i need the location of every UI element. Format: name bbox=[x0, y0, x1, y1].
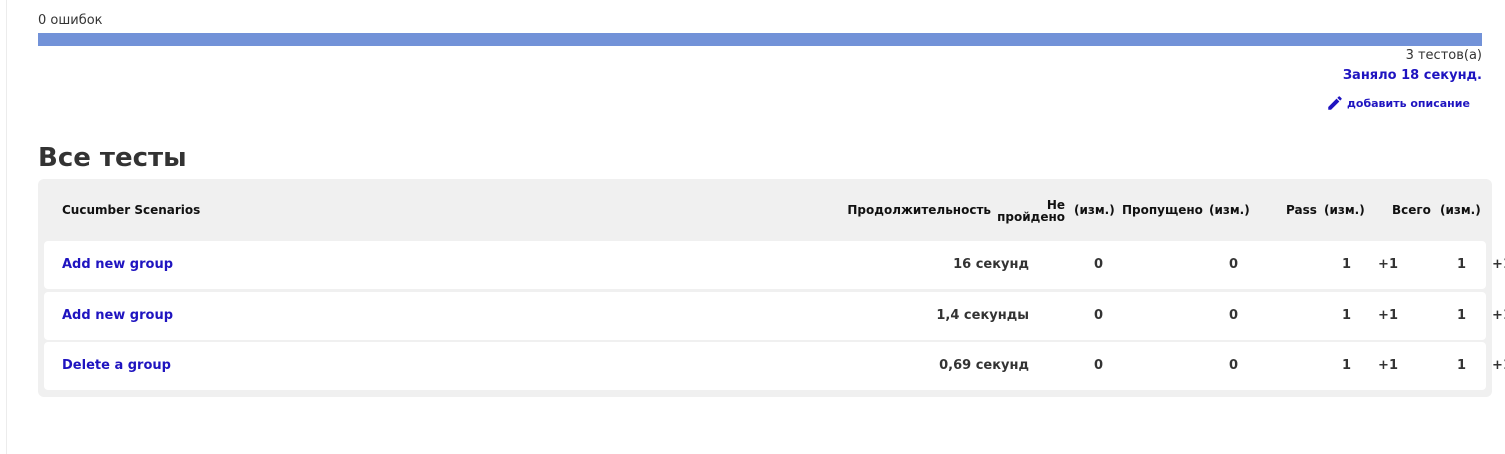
pass-cell: 1 bbox=[1341, 257, 1351, 272]
failed-cell: 0 bbox=[1093, 308, 1103, 323]
header-failed-line2: пройдено bbox=[997, 210, 1065, 224]
page-left-border bbox=[6, 0, 7, 454]
duration-cell: 1,4 секунды bbox=[936, 308, 1029, 323]
pass-diff-cell: +1 bbox=[1378, 358, 1398, 373]
total-cell: 1 bbox=[1456, 257, 1466, 272]
add-description-link[interactable]: добавить описание bbox=[1326, 94, 1470, 112]
tests-count: 3 тестов(а) bbox=[1405, 48, 1482, 63]
header-name[interactable]: Cucumber Scenarios bbox=[62, 204, 200, 216]
header-pass-diff[interactable]: (изм.) bbox=[1324, 204, 1365, 216]
total-cell: 1 bbox=[1456, 358, 1466, 373]
total-duration: Заняло 18 секунд. bbox=[1342, 68, 1482, 83]
skipped-cell: 0 bbox=[1228, 308, 1238, 323]
header-total[interactable]: Всего bbox=[1392, 204, 1431, 216]
header-total-diff[interactable]: (изм.) bbox=[1440, 204, 1481, 216]
pass-diff-cell: +1 bbox=[1378, 257, 1398, 272]
total-diff-cell: +1 bbox=[1492, 308, 1505, 323]
header-failed[interactable]: Не пройдено bbox=[997, 199, 1065, 223]
header-skipped[interactable]: Пропущено bbox=[1122, 204, 1203, 216]
header-skipped-diff[interactable]: (изм.) bbox=[1209, 204, 1250, 216]
total-diff-cell: +1 bbox=[1492, 358, 1505, 373]
errors-summary: 0 ошибок bbox=[38, 13, 103, 28]
skipped-cell: 0 bbox=[1228, 358, 1238, 373]
test-progress-bar bbox=[38, 33, 1482, 46]
duration-cell: 0,69 секунд bbox=[939, 358, 1029, 373]
tests-table: Cucumber Scenarios Продолжительность Не … bbox=[38, 179, 1505, 397]
header-failed-diff[interactable]: (изм.) bbox=[1074, 204, 1115, 216]
pass-cell: 1 bbox=[1341, 358, 1351, 373]
pass-diff-cell: +1 bbox=[1378, 308, 1398, 323]
table-row: Delete a group 0,69 секунд 0 0 1 +1 1 +1 bbox=[44, 342, 1505, 390]
table-row: Add new group 16 секунд 0 0 1 +1 1 +1 bbox=[44, 241, 1505, 289]
duration-cell: 16 секунд bbox=[953, 257, 1029, 272]
table-row: Add new group 1,4 секунды 0 0 1 +1 1 +1 bbox=[44, 292, 1505, 340]
total-diff-cell: +1 bbox=[1492, 257, 1505, 272]
header-duration[interactable]: Продолжительность bbox=[847, 204, 991, 216]
pass-cell: 1 bbox=[1341, 308, 1351, 323]
add-description-label: добавить описание bbox=[1347, 96, 1470, 110]
scenario-link[interactable]: Add new group bbox=[62, 241, 173, 289]
failed-cell: 0 bbox=[1093, 358, 1103, 373]
table-header: Cucumber Scenarios Продолжительность Не … bbox=[38, 179, 1492, 241]
header-pass[interactable]: Pass bbox=[1286, 204, 1317, 216]
failed-cell: 0 bbox=[1093, 257, 1103, 272]
skipped-cell: 0 bbox=[1228, 257, 1238, 272]
pencil-icon bbox=[1326, 94, 1344, 112]
total-cell: 1 bbox=[1456, 308, 1466, 323]
scenario-link[interactable]: Delete a group bbox=[62, 342, 171, 390]
scenario-link[interactable]: Add new group bbox=[62, 292, 173, 340]
section-title: Все тесты bbox=[38, 143, 187, 173]
